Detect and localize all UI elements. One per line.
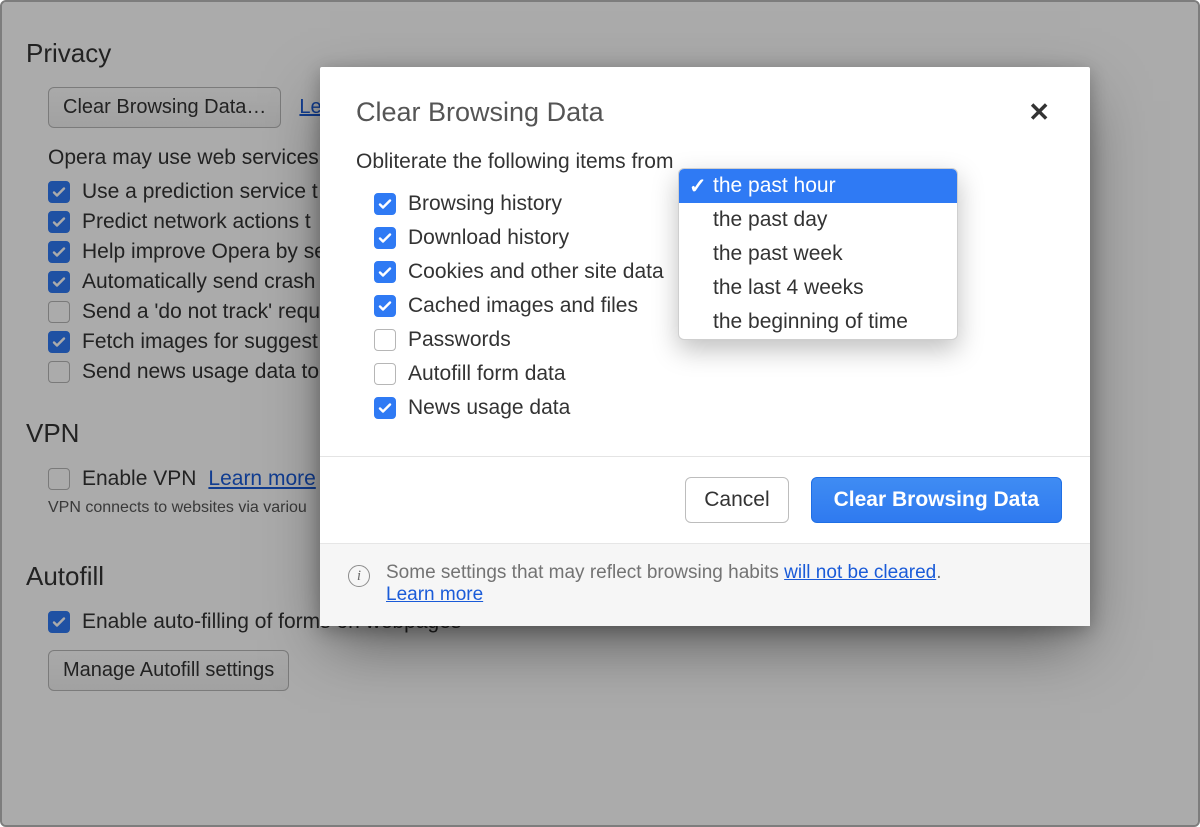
will-not-be-cleared-link[interactable]: will not be cleared [784,562,936,583]
dialog-option: Autofill form data [374,362,1054,386]
footer-learn-more-link[interactable]: Learn more [386,584,483,605]
cancel-button[interactable]: Cancel [685,477,788,523]
close-icon[interactable]: ✕ [1024,97,1054,127]
checkbox[interactable] [374,397,396,419]
checkbox[interactable] [374,227,396,249]
clear-browsing-data-dialog: Clear Browsing Data ✕ Obliterate the fol… [320,67,1090,626]
time-range-option[interactable]: the past week [679,237,957,271]
dialog-option-label: Browsing history [408,192,562,216]
dialog-title: Clear Browsing Data [356,97,604,128]
obliterate-label: Obliterate the following items from [356,150,673,173]
time-range-option[interactable]: the past hour [679,169,957,203]
time-range-option[interactable]: the beginning of time [679,305,957,339]
clear-browsing-data-confirm-button[interactable]: Clear Browsing Data [811,477,1062,523]
checkbox[interactable] [374,329,396,351]
viewport: Privacy Clear Browsing Data… Le Opera ma… [0,0,1200,827]
checkbox[interactable] [374,295,396,317]
info-icon: i [348,565,370,587]
dialog-option-label: Cookies and other site data [408,260,664,284]
dialog-option: News usage data [374,396,1054,420]
dialog-option-label: Autofill form data [408,362,566,386]
dialog-option-label: News usage data [408,396,570,420]
time-range-dropdown[interactable]: the past hourthe past daythe past weekth… [678,168,958,340]
dialog-footer-text: Some settings that may reflect browsing … [386,562,942,606]
checkbox[interactable] [374,363,396,385]
dialog-option-label: Cached images and files [408,294,638,318]
checkbox[interactable] [374,261,396,283]
checkbox[interactable] [374,193,396,215]
dialog-option-label: Download history [408,226,569,250]
time-range-option[interactable]: the past day [679,203,957,237]
dialog-option-label: Passwords [408,328,511,352]
time-range-option[interactable]: the last 4 weeks [679,271,957,305]
